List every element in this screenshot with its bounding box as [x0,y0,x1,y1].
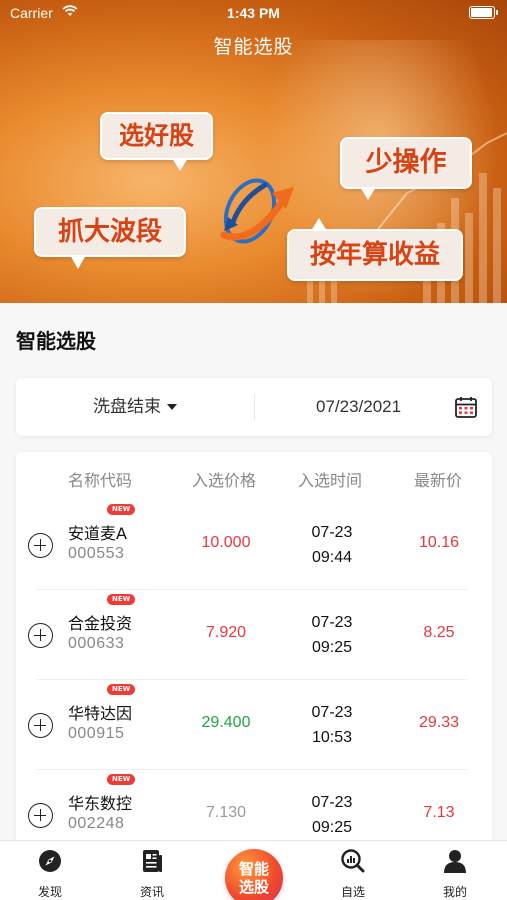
banner-bubble-less-trading: 少操作 [340,137,472,200]
page-title: 智能选股 [213,36,294,58]
filter-bar: 洗盘结束 07/23/2021 [16,378,492,436]
stock-name: 合金投资 [68,614,133,633]
swirl-logo-icon [220,178,294,244]
date-value[interactable]: 07/23/2021 [316,378,401,436]
banner-bubble-pick-stocks: 选好股 [100,112,213,171]
stock-code: 000915 [68,725,125,742]
stock-name: 华东数控 [68,794,133,813]
new-badge: NEW [107,594,136,605]
entry-time: 07-23 09:25 [272,610,392,660]
watchlist-icon [341,849,365,873]
section-title: 智能选股 [16,329,96,353]
banner-bubble-big-swings: 抓大波段 [34,207,186,269]
table-row[interactable]: NEW 安道麦A 000553 10.000 07-23 09:44 10.16 [16,500,492,590]
tab-profile[interactable]: 我的 [415,841,495,900]
status-bar: Carrier 1:43 PM [0,0,507,28]
entry-price: 10.000 [201,534,251,551]
entry-price: 29.400 [201,714,251,731]
tab-discover[interactable]: 发现 [10,841,90,900]
column-header-name: 名称代码 [68,471,133,490]
tab-smart-pick[interactable]: 智能 选股 [225,849,283,900]
entry-clock: 10:53 [311,729,353,746]
clock: 1:43 PM [227,5,280,21]
stock-code: 002248 [68,815,125,832]
stock-name: 安道麦A [68,524,127,543]
new-badge: NEW [107,504,136,515]
calendar-icon[interactable] [454,395,478,419]
table-row[interactable]: NEW 华特达因 000915 29.400 07-23 10:53 29.33 [16,680,492,770]
caret-down-icon [167,404,177,410]
new-badge: NEW [107,774,136,785]
entry-price: 7.130 [205,804,247,821]
entry-price: 7.920 [205,624,247,641]
entry-time: 07-23 09:25 [272,790,392,840]
tab-label: 资讯 [139,885,164,899]
tab-label: 发现 [37,885,62,899]
battery-icon [469,6,498,19]
add-to-watchlist-icon[interactable] [28,623,53,648]
entry-date: 07-23 [311,614,353,631]
entry-date: 07-23 [311,704,353,721]
add-to-watchlist-icon[interactable] [28,713,53,738]
table-header: 名称代码 入选价格 入选时间 最新价 [16,452,492,500]
column-header-latest-price: 最新价 [414,471,463,490]
column-header-entry-price: 入选价格 [192,471,257,490]
filter-divider [254,394,255,420]
entry-time: 07-23 09:44 [272,520,392,570]
stock-table: 名称代码 入选价格 入选时间 最新价 NEW 安道麦A 000553 10.00… [16,452,492,852]
tab-bar: 发现 资讯 智能 选股 自选 我的 [0,840,507,900]
entry-date: 07-23 [311,794,353,811]
tab-smart-pick-line1: 智能 [238,860,269,878]
banner-bubble-annual-return: 按年算收益 [287,218,463,281]
entry-date: 07-23 [311,524,353,541]
stock-name: 华特达因 [68,704,133,723]
compass-icon [39,850,61,872]
tab-label: 我的 [442,885,467,899]
latest-price: 7.13 [423,804,455,821]
news-icon [143,850,162,872]
stock-code: 000553 [68,545,125,562]
tab-watchlist[interactable]: 自选 [313,841,393,900]
latest-price: 29.33 [418,714,460,731]
table-row[interactable]: NEW 合金投资 000633 7.920 07-23 09:25 8.25 [16,590,492,680]
entry-clock: 09:25 [311,819,353,836]
tab-label: 自选 [340,885,365,899]
strategy-dropdown[interactable]: 洗盘结束 [16,378,254,436]
add-to-watchlist-icon[interactable] [28,533,53,558]
tab-smart-pick-line2: 选股 [238,878,269,896]
new-badge: NEW [107,684,136,695]
promo-banner[interactable]: Carrier 1:43 PM 智能选股 选好股 抓大波段 少操作 按年算收益 [0,0,507,303]
latest-price: 10.16 [418,534,460,551]
latest-price: 8.25 [423,624,455,641]
entry-clock: 09:44 [311,549,353,566]
profile-icon [444,850,466,873]
entry-clock: 09:25 [311,639,353,656]
column-header-entry-time: 入选时间 [298,471,363,490]
stock-code: 000633 [68,635,125,652]
app-screen: Carrier 1:43 PM 智能选股 选好股 抓大波段 少操作 按年算收益 … [0,0,507,900]
entry-time: 07-23 10:53 [272,700,392,750]
tab-news[interactable]: 资讯 [112,841,192,900]
strategy-dropdown-label: 洗盘结束 [93,397,161,417]
add-to-watchlist-icon[interactable] [28,803,53,828]
